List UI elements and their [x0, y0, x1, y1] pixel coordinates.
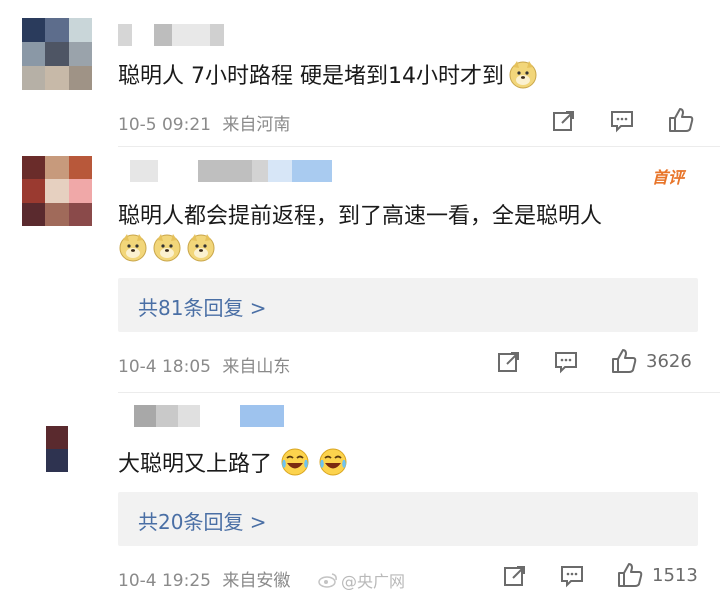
- comment-meta: 10-4 19:25 来自安徽: [118, 566, 290, 591]
- comment-button[interactable]: [559, 563, 585, 589]
- share-icon: [504, 566, 525, 586]
- first-comment-badge: 首评: [652, 168, 685, 187]
- replies-count: 共81条回复 >: [138, 296, 267, 320]
- watermark-text: @央广网: [341, 572, 406, 591]
- comment-date: 10-4 18:05: [118, 357, 211, 377]
- source-watermark: @央广网: [318, 568, 405, 592]
- replies-link[interactable]: 共81条回复 >: [118, 278, 698, 332]
- doge-emoji-icon: [119, 234, 147, 262]
- doge-emoji-icon: [509, 61, 537, 89]
- laugh-cry-emoji-icon: [319, 448, 347, 476]
- share-button[interactable]: [502, 563, 528, 589]
- comment-location: 来自安徽: [222, 571, 291, 591]
- like-count: 1513: [652, 564, 698, 586]
- comment-icon: [555, 352, 577, 374]
- share-button[interactable]: [551, 108, 577, 134]
- like-icon: [612, 349, 637, 373]
- comment-text: 聪明人都会提前返程，到了高速一看，全是聪明人: [118, 198, 602, 230]
- comment-icon: [561, 566, 583, 588]
- comment-text-content: 大聪明又上路了: [118, 452, 273, 477]
- comment-text-content: 聪明人 7小时路程 硬是堵到14小时才到: [118, 64, 504, 89]
- comment-date: 10-4 19:25: [118, 571, 211, 591]
- divider: [118, 146, 720, 147]
- username-blurred[interactable]: [118, 24, 224, 46]
- username-blurred[interactable]: [130, 160, 332, 182]
- comment-button[interactable]: [609, 108, 635, 134]
- replies-link[interactable]: 共20条回复 >: [118, 492, 698, 546]
- avatar[interactable]: [22, 156, 92, 226]
- comment-meta: 10-4 18:05 来自山东: [118, 352, 290, 377]
- doge-emoji-icon: [187, 234, 215, 262]
- username-blurred[interactable]: [134, 405, 284, 427]
- like-button[interactable]: [667, 106, 695, 134]
- share-button[interactable]: [496, 349, 522, 375]
- like-button[interactable]: 1513: [616, 561, 698, 589]
- doge-emoji-icon: [153, 234, 181, 262]
- comment-location: 来自山东: [222, 357, 291, 377]
- comment-meta: 10-5 09:21 来自河南: [118, 110, 290, 135]
- share-icon: [498, 352, 519, 372]
- comment-text: 聪明人 7小时路程 硬是堵到14小时才到: [118, 58, 538, 90]
- replies-count: 共20条回复 >: [138, 510, 267, 534]
- emoji-row: [118, 232, 216, 262]
- avatar[interactable]: [22, 18, 92, 90]
- comment-icon: [611, 111, 633, 133]
- like-count: 3626: [646, 350, 692, 372]
- weibo-logo-icon: [318, 573, 337, 588]
- divider: [118, 392, 720, 393]
- comment-location: 来自河南: [222, 115, 291, 135]
- laugh-cry-emoji-icon: [281, 448, 309, 476]
- comment-text: 大聪明又上路了: [118, 446, 348, 478]
- comment-text-content: 聪明人都会提前返程，到了高速一看，全是聪明人: [118, 204, 603, 229]
- avatar[interactable]: [46, 426, 68, 472]
- like-button[interactable]: 3626: [610, 347, 692, 375]
- like-icon: [669, 108, 694, 132]
- comment-date: 10-5 09:21: [118, 115, 211, 135]
- share-icon: [553, 111, 574, 131]
- comment-button[interactable]: [553, 349, 579, 375]
- like-icon: [618, 563, 643, 587]
